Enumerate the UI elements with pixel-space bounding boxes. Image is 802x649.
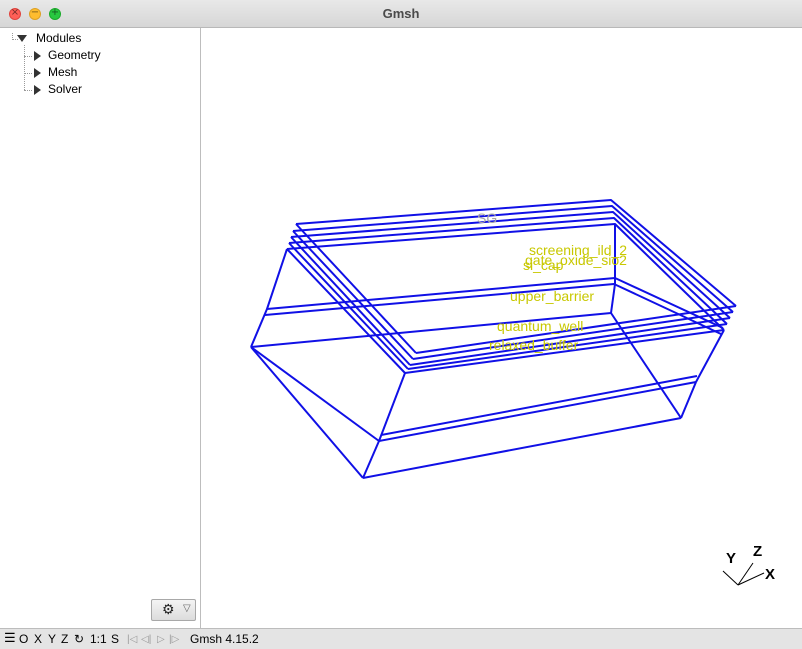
axes-triad: Y Z X <box>722 543 775 586</box>
status-bar: ☰ O X Y Z ↻ 1:1 S |◁ ◁| ▷ |▷ Gmsh 4.15.2 <box>0 628 802 649</box>
hamburger-icon[interactable]: ☰ <box>4 631 16 645</box>
wire-edge <box>610 312 682 419</box>
window-title: Gmsh <box>382 6 420 21</box>
label-relaxed-buffer: relaxed_buffer <box>489 337 579 353</box>
rotate-icon[interactable]: ↻ <box>74 632 84 646</box>
expand-icon[interactable] <box>34 51 41 61</box>
wire-edge <box>266 248 724 329</box>
wire-edge <box>362 417 682 479</box>
expand-icon[interactable] <box>34 85 41 95</box>
tree-item-mesh[interactable]: Mesh <box>48 64 77 81</box>
tree-connector <box>24 73 32 74</box>
y-axis-line <box>722 570 739 586</box>
gear-icon: ⚙ <box>162 601 175 617</box>
axis-label-y: Y <box>726 550 736 567</box>
wire-edge <box>292 230 414 360</box>
last-step-icon[interactable]: |▷ <box>169 633 179 647</box>
scale-1-1-button[interactable]: 1:1 <box>90 632 107 646</box>
first-step-icon[interactable]: |◁ <box>127 633 137 647</box>
view-z-button[interactable]: Z <box>61 632 68 646</box>
wire-edge <box>680 381 697 419</box>
status-message: Gmsh 4.15.2 <box>190 632 259 646</box>
label-si-cap: si_cap <box>523 257 564 273</box>
wire-edge <box>250 346 364 479</box>
tree-item-solver[interactable]: Solver <box>48 81 82 98</box>
wireframe-canvas[interactable]: SG screening_ild_2 gate_oxide_sio2 si_ca… <box>201 28 802 628</box>
select-button[interactable]: S <box>111 632 119 646</box>
label-sg: SG <box>477 210 497 226</box>
axis-label-x: X <box>765 566 775 583</box>
tree-item-modules[interactable]: Modules <box>36 30 81 47</box>
label-upper-barrier: upper_barrier <box>510 288 594 304</box>
wire-edge <box>695 329 725 383</box>
tree-connector <box>24 90 32 91</box>
view-origin-button[interactable]: O <box>19 632 28 646</box>
tree-connector <box>24 45 25 90</box>
wire-edge <box>250 308 268 348</box>
wire-edge <box>362 440 380 479</box>
wire-edge <box>250 346 380 442</box>
title-bar: × − + Gmsh <box>0 0 802 28</box>
wire-edge <box>610 283 616 314</box>
chevron-down-icon: ▽ <box>183 603 191 614</box>
module-tree: Modules Geometry Mesh Solver ⚙ ▽ <box>0 28 201 628</box>
previous-step-icon[interactable]: ◁| <box>141 633 151 647</box>
wire-edge <box>288 217 728 325</box>
wire-edge <box>378 381 697 442</box>
view-x-button[interactable]: X <box>34 632 42 646</box>
axis-label-z: Z <box>753 543 762 560</box>
wire-edge <box>380 375 698 436</box>
play-icon[interactable]: ▷ <box>157 633 165 647</box>
tree-item-geometry[interactable]: Geometry <box>48 47 101 64</box>
label-quantum-well: quantum_well <box>497 318 583 334</box>
collapse-icon[interactable] <box>17 35 27 42</box>
graphics-viewport[interactable]: SG screening_ild_2 gate_oxide_sio2 si_ca… <box>201 28 802 628</box>
options-button[interactable]: ⚙ ▽ <box>151 599 196 621</box>
view-y-button[interactable]: Y <box>48 632 56 646</box>
tree-connector <box>24 56 32 57</box>
expand-icon[interactable] <box>34 68 41 78</box>
wire-edge <box>264 283 722 335</box>
